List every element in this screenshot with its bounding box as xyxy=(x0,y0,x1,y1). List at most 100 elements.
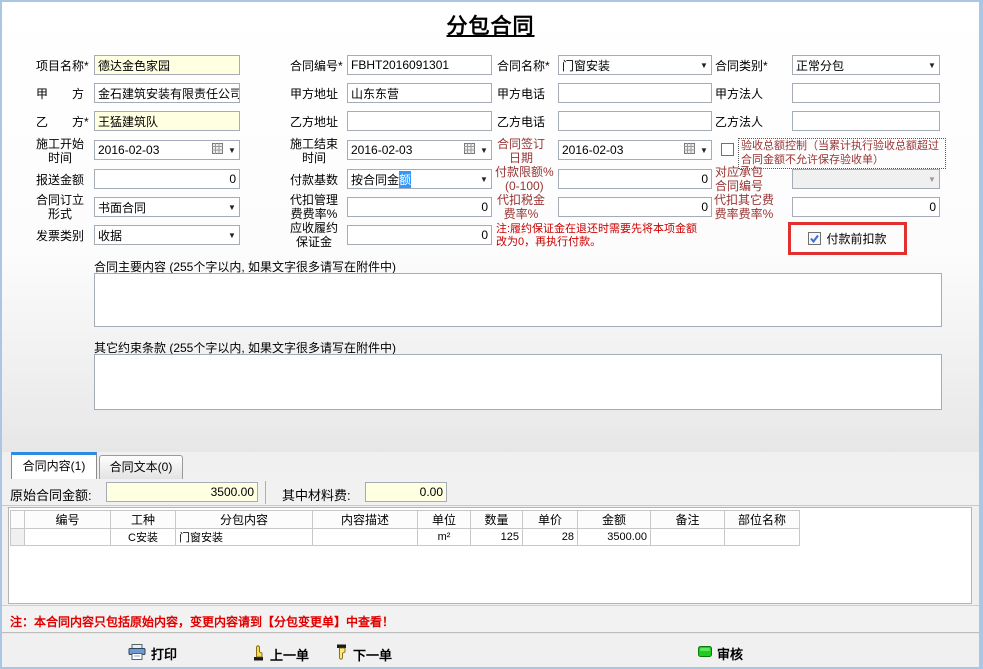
amounts-strip: 原始合同金额: 其中材料费: xyxy=(2,479,979,506)
audit-button[interactable]: 审核 xyxy=(698,644,743,663)
next-label: 下一单 xyxy=(353,645,392,664)
chevron-down-icon: ▼ xyxy=(225,146,239,155)
col-header[interactable]: 编号 xyxy=(25,511,111,529)
end-date-picker[interactable]: 2016-02-03 ▼ xyxy=(347,140,492,160)
cell-price[interactable]: 28 xyxy=(523,529,578,546)
col-header[interactable]: 分包内容 xyxy=(176,511,313,529)
chevron-down-icon: ▼ xyxy=(697,146,711,155)
party-b-phone-input[interactable] xyxy=(558,111,712,131)
contract-type-label: 合同类别* xyxy=(715,59,768,73)
print-button[interactable]: 打印 xyxy=(128,644,177,663)
cell-number[interactable] xyxy=(25,529,111,546)
tab-contract-text[interactable]: 合同文本(0) xyxy=(99,455,183,479)
audit-label: 审核 xyxy=(717,644,743,663)
sign-date-picker[interactable]: 2016-02-03 ▼ xyxy=(558,140,712,160)
form-type-select[interactable]: 书面合同 ▼ xyxy=(94,197,240,217)
cell-unit[interactable]: m² xyxy=(418,529,471,546)
row-selector-cell[interactable] xyxy=(11,529,25,546)
cell-worktype[interactable]: C安装 xyxy=(111,529,176,546)
col-header[interactable]: 金额 xyxy=(578,511,651,529)
material-fee-input[interactable] xyxy=(365,482,447,502)
table-header-row: 编号 工种 分包内容 内容描述 单位 数量 单价 金额 备注 部位名称 xyxy=(11,511,800,529)
main-content-textarea[interactable] xyxy=(94,273,942,327)
party-b-address-input[interactable] xyxy=(347,111,492,131)
pre-payment-deduction-checkbox[interactable] xyxy=(808,232,821,245)
mgmt-fee-rate-label: 代扣管理 费费率% xyxy=(290,193,338,221)
deposit-note: 注:履约保证金在退还时需要先将本项金额改为0，再执行付款。 xyxy=(496,223,708,249)
acceptance-total-checkbox[interactable] xyxy=(721,143,734,156)
party-a-phone-label: 甲方电话 xyxy=(497,87,545,101)
party-b-legal-input[interactable] xyxy=(792,111,940,131)
payment-limit-input[interactable] xyxy=(558,169,712,189)
page-title: 分包合同 xyxy=(2,10,979,40)
pre-payment-deduction-label: 付款前扣款 xyxy=(826,230,886,247)
other-fee-rate-label: 代扣其它费 费率费率% xyxy=(714,193,774,221)
cell-quantity[interactable]: 125 xyxy=(471,529,523,546)
col-header[interactable]: 工种 xyxy=(111,511,176,529)
related-contract-select: ▼ xyxy=(792,169,940,189)
tax-rate-input[interactable] xyxy=(558,197,712,217)
col-header[interactable]: 数量 xyxy=(471,511,523,529)
party-b-phone-label: 乙方电话 xyxy=(497,115,545,129)
contract-no-label: 合同编号* xyxy=(290,59,343,73)
prev-button[interactable]: 上一单 xyxy=(252,644,309,664)
invoice-type-label: 发票类别 xyxy=(36,229,84,243)
party-a-address-input[interactable] xyxy=(347,83,492,103)
divider xyxy=(265,481,266,504)
project-name-label: 项目名称* xyxy=(36,59,89,73)
contract-name-select[interactable]: 门窗安装 ▼ xyxy=(558,55,712,75)
cell-description[interactable] xyxy=(313,529,418,546)
other-fee-rate-input[interactable] xyxy=(792,197,940,217)
payment-base-select[interactable]: 按合同金额 ▼ xyxy=(347,169,492,189)
report-amount-label: 报送金额 xyxy=(36,173,84,187)
other-terms-textarea[interactable] xyxy=(94,354,942,410)
calendar-icon xyxy=(682,143,697,157)
cell-content[interactable]: 门窗安装 xyxy=(176,529,313,546)
project-name-input[interactable] xyxy=(94,55,240,75)
invoice-type-select[interactable]: 收据 ▼ xyxy=(94,225,240,245)
prev-label: 上一单 xyxy=(270,645,309,664)
pre-payment-deduction-group: 付款前扣款 xyxy=(788,222,907,255)
sign-date-label: 合同签订 日期 xyxy=(497,137,545,165)
cell-amount[interactable]: 3500.00 xyxy=(578,529,651,546)
party-a-legal-input[interactable] xyxy=(792,83,940,103)
bottom-note: 注：本合同内容只包括原始内容，变更内容请到【分包变更单】中查看！ xyxy=(10,613,394,630)
next-button[interactable]: 下一单 xyxy=(335,644,392,664)
payment-base-label: 付款基数 xyxy=(290,173,338,187)
calendar-icon xyxy=(210,143,225,157)
original-amount-input[interactable] xyxy=(106,482,258,502)
start-date-picker[interactable]: 2016-02-03 ▼ xyxy=(94,140,240,160)
chevron-down-icon: ▼ xyxy=(225,203,239,212)
deposit-input[interactable] xyxy=(347,225,492,245)
contract-items-table: 编号 工种 分包内容 内容描述 单位 数量 单价 金额 备注 部位名称 C安装 … xyxy=(10,510,800,546)
chevron-down-icon: ▼ xyxy=(225,231,239,240)
contract-type-select[interactable]: 正常分包 ▼ xyxy=(792,55,940,75)
chevron-down-icon: ▼ xyxy=(697,61,711,70)
cell-part-name[interactable] xyxy=(725,529,800,546)
party-a-phone-input[interactable] xyxy=(558,83,712,103)
hand-up-icon xyxy=(252,644,265,664)
form-type-label: 合同订立 形式 xyxy=(36,193,84,221)
tax-rate-label: 代扣税金 费率% xyxy=(497,193,545,221)
col-header[interactable]: 内容描述 xyxy=(313,511,418,529)
col-header[interactable]: 部位名称 xyxy=(725,511,800,529)
col-header[interactable]: 单价 xyxy=(523,511,578,529)
party-b-input[interactable] xyxy=(94,111,240,131)
print-label: 打印 xyxy=(151,644,177,663)
report-amount-input[interactable] xyxy=(94,169,240,189)
tab-contract-content[interactable]: 合同内容(1) xyxy=(11,452,97,479)
col-header[interactable]: 单位 xyxy=(418,511,471,529)
party-b-label: 乙 方* xyxy=(36,115,89,129)
contract-no-input[interactable] xyxy=(347,55,492,75)
col-header[interactable]: 备注 xyxy=(651,511,725,529)
mgmt-fee-rate-input[interactable] xyxy=(347,197,492,217)
bottom-toolbar: 打印 上一单 下一单 审核 xyxy=(2,633,979,669)
party-b-legal-label: 乙方法人 xyxy=(715,115,763,129)
cell-remark[interactable] xyxy=(651,529,725,546)
party-a-label: 甲 方 xyxy=(36,87,84,101)
party-a-select[interactable]: 金石建筑安装有限责任公司 ▼ xyxy=(94,83,240,103)
selected-text: 额 xyxy=(399,171,411,188)
row-selector-header xyxy=(11,511,25,529)
table-row[interactable]: C安装 门窗安装 m² 125 28 3500.00 xyxy=(11,529,800,546)
acceptance-total-label: 验收总额控制（当累计执行验收总额超过合同金额不允许保存验收单） xyxy=(738,138,946,169)
